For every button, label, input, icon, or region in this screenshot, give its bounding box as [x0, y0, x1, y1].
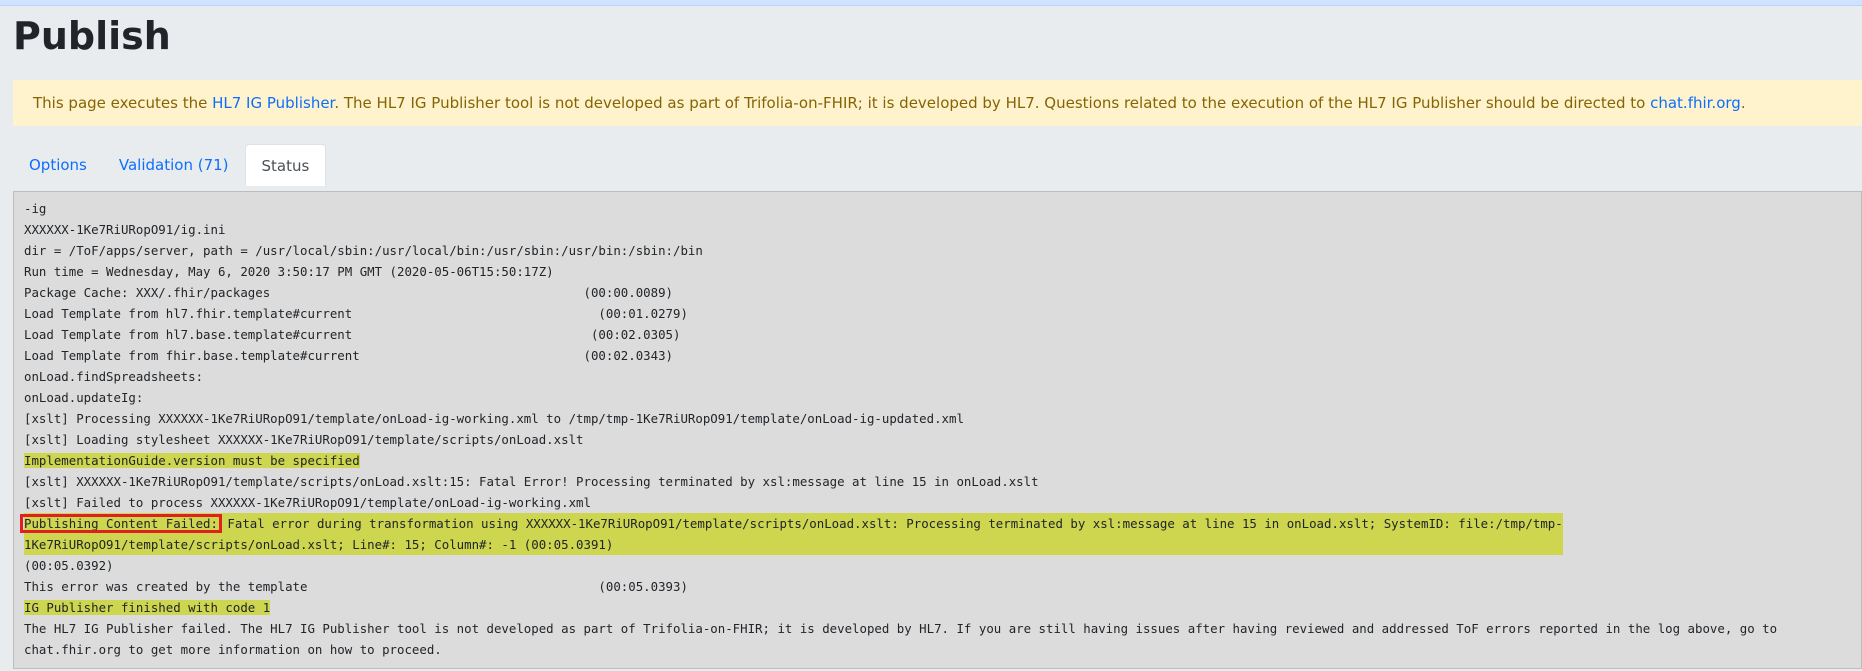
log-line: [xslt] XXXXXX-1Ke7RiURopO91/template/scr…: [24, 474, 1039, 489]
tab-bar: Options Validation (71) Status: [13, 144, 327, 186]
tab-options[interactable]: Options: [13, 144, 103, 186]
publishing-failed-text: Publishing Content Failed: Fatal error d…: [20, 513, 1563, 555]
log-line: The HL7 IG Publisher failed. The HL7 IG …: [24, 621, 1778, 636]
publishing-failed-rest-2: 1Ke7RiURopO91/template/scripts/onLoad.xs…: [24, 537, 614, 552]
log-line: XXXXXX-1Ke7RiURopO91/ig.ini: [24, 222, 226, 237]
log-line: Load Template from hl7.base.template#cur…: [24, 327, 681, 342]
status-log[interactable]: -ig XXXXXX-1Ke7RiURopO91/ig.ini dir = /T…: [13, 191, 1862, 669]
chat-fhir-link[interactable]: chat.fhir.org: [1650, 94, 1741, 112]
alert-text-before: This page executes the: [33, 94, 213, 112]
log-line: Package Cache: XXX/.fhir/packages (00:00…: [24, 285, 674, 300]
info-alert: This page executes the HL7 IG Publisher.…: [13, 80, 1862, 126]
log-line: (00:05.0392): [24, 558, 114, 573]
publishing-failed-block: Publishing Content Failed: Fatal error d…: [20, 513, 1851, 555]
tab-validation[interactable]: Validation (71): [103, 144, 245, 186]
log-line: onLoad.findSpreadsheets:: [24, 369, 204, 384]
tab-status[interactable]: Status: [244, 144, 327, 186]
publishing-failed-label: Publishing Content Failed:: [20, 514, 222, 533]
log-line: chat.fhir.org to get more information on…: [24, 642, 442, 657]
top-bar: [0, 0, 1862, 6]
log-line: This error was created by the template (…: [24, 579, 688, 594]
log-line: -ig: [24, 201, 47, 216]
alert-text-after: .: [1740, 94, 1746, 112]
finished-code-message: IG Publisher finished with code 1: [24, 600, 271, 615]
log-line: Run time = Wednesday, May 6, 2020 3:50:1…: [24, 264, 554, 279]
log-line: [xslt] Loading stylesheet XXXXXX-1Ke7RiU…: [24, 432, 584, 447]
log-line: onLoad.updateIg:: [24, 390, 144, 405]
hl7-ig-publisher-link[interactable]: HL7 IG Publisher: [212, 94, 334, 112]
log-line: [xslt] Failed to process XXXXXX-1Ke7RiUR…: [24, 495, 591, 510]
version-warning: ImplementationGuide.version must be spec…: [24, 453, 360, 468]
log-line-highlight: ImplementationGuide.version must be spec…: [24, 450, 1851, 471]
log-line: [xslt] Processing XXXXXX-1Ke7RiURopO91/t…: [24, 411, 964, 426]
log-line: dir = /ToF/apps/server, path = /usr/loca…: [24, 243, 703, 258]
alert-text-middle: . The HL7 IG Publisher tool is not devel…: [334, 94, 1651, 112]
log-line: Load Template from hl7.fhir.template#cur…: [24, 306, 688, 321]
log-line-highlight: IG Publisher finished with code 1: [24, 597, 1851, 618]
page-title: Publish: [13, 14, 171, 58]
publishing-failed-rest-1: Fatal error during transformation using …: [219, 516, 1563, 531]
log-line: Load Template from fhir.base.template#cu…: [24, 348, 674, 363]
